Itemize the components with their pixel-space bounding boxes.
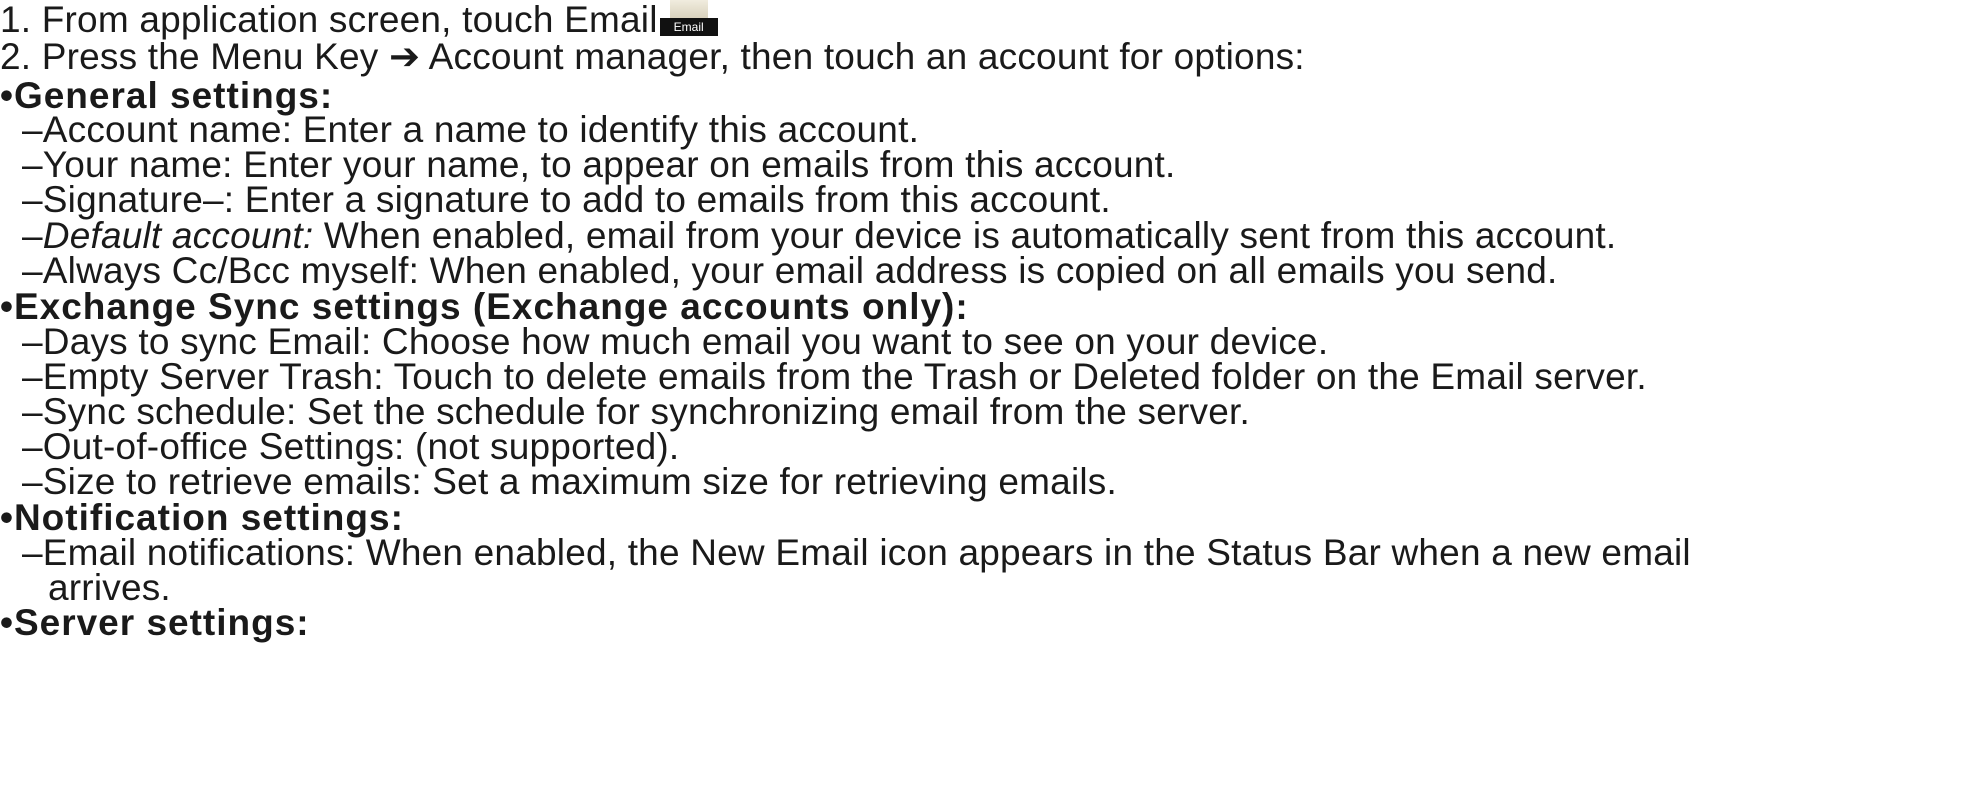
instruction-page: 1. From application screen, touch Email E… xyxy=(0,0,1984,805)
email-app-icon: Email xyxy=(659,0,718,36)
email-icon-image xyxy=(669,0,708,18)
step-1-text: 1. From application screen, touch Email xyxy=(0,0,658,40)
email-icon-label: Email xyxy=(673,20,704,34)
notification-item-email: –Email notifications: When enabled, the … xyxy=(22,532,1691,573)
server-settings-heading: •Server settings: xyxy=(0,602,310,643)
step-2: 2. Press the Menu Key ➔ Account manager,… xyxy=(0,36,1305,77)
